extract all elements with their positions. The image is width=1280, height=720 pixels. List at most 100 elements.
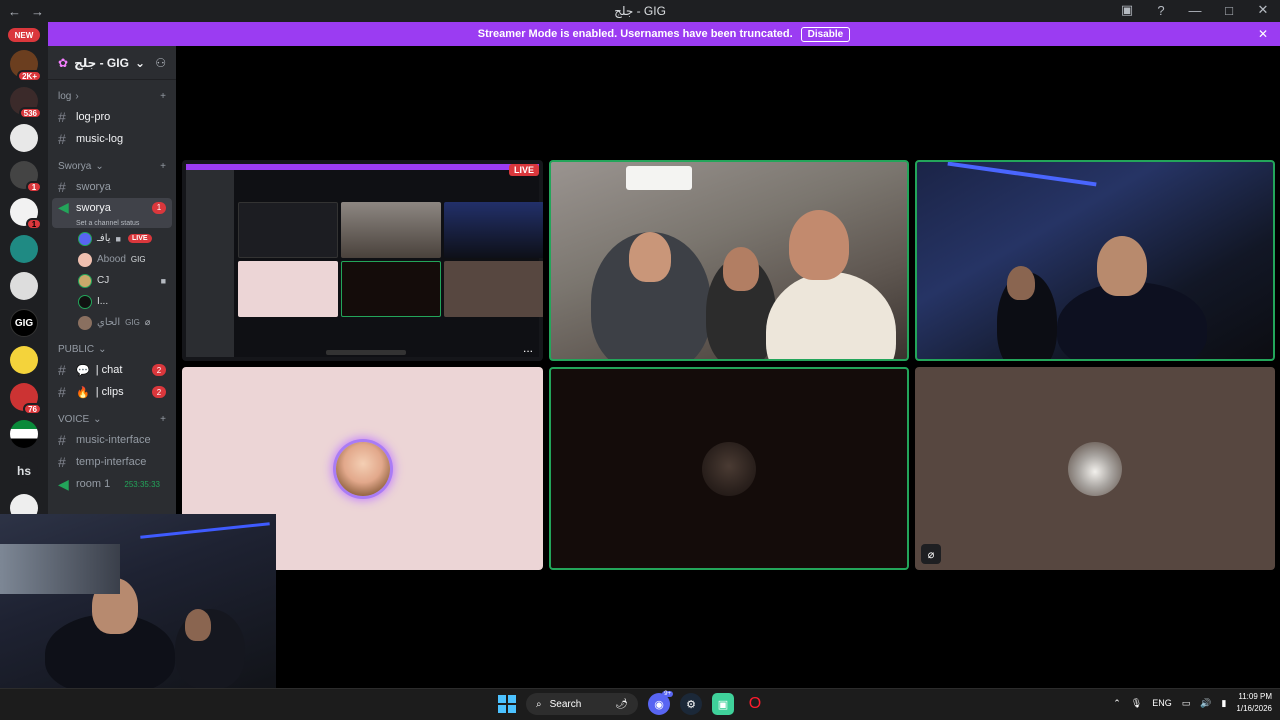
channel-music-interface[interactable]: # music-interface — [52, 429, 172, 451]
minimize-icon[interactable]: — — [1186, 3, 1204, 18]
battery-icon[interactable]: ▮ — [1221, 698, 1226, 709]
server-icon[interactable]: 1 — [10, 198, 42, 230]
mini-banner — [186, 164, 539, 170]
server-icon[interactable]: 536 — [10, 87, 42, 119]
category-voice[interactable]: VOICE ⌄ + — [48, 409, 176, 429]
guild-name: جلج - GIG — [74, 55, 129, 70]
taskbar: ⌕ Search 🌶 ◉ 9+ ⚙ ▣ O ⌃ 🎙 ENG ▭ 🔊 ▮ 11:09… — [0, 688, 1280, 720]
video-stage: LIVE ... ⌀ — [176, 46, 1280, 688]
server-icon[interactable]: 76 — [10, 383, 42, 415]
category-log[interactable]: log › + — [48, 86, 176, 106]
person-shape — [1097, 236, 1147, 296]
hash-icon: # — [58, 432, 66, 448]
voice-user[interactable]: الحاي GIG ⌀ — [48, 312, 176, 333]
help-icon[interactable]: ? — [1152, 3, 1170, 18]
channel-music-log[interactable]: # music-log — [52, 128, 172, 150]
user-avatar — [335, 441, 390, 496]
live-badge: LIVE — [508, 164, 539, 176]
title-bar: ← → جلج - GIG ▣ ? — □ ✕ — [0, 0, 1280, 22]
server-icon[interactable] — [10, 124, 38, 152]
voice-user[interactable]: Abood GIG — [48, 249, 176, 270]
channel-sworya-text[interactable]: # sworya — [52, 176, 172, 198]
channel-clips[interactable]: # 🔥 | clips 2 — [52, 381, 172, 403]
server-icon[interactable] — [10, 346, 38, 374]
voice-user[interactable]: يافـ ■ LIVE — [48, 228, 176, 249]
mini-tile — [238, 261, 338, 317]
category-sworya[interactable]: Sworya ⌄ + — [48, 156, 176, 176]
server-icon[interactable]: 6 — [10, 494, 38, 514]
server-icon[interactable] — [10, 420, 38, 448]
stream-tile[interactable]: LIVE ... — [182, 160, 543, 361]
inbox-icon[interactable]: ▣ — [1118, 2, 1136, 18]
android-studio-icon[interactable]: ▣ — [712, 693, 734, 715]
guild-tag: GIG — [125, 318, 140, 327]
network-icon[interactable]: ▭ — [1182, 698, 1191, 709]
mini-taskbar — [326, 350, 406, 355]
banner-text: Streamer Mode is enabled. Usernames have… — [477, 28, 793, 40]
channel-log-pro[interactable]: # log-pro — [52, 106, 172, 128]
microphone-icon[interactable]: 🎙 — [1131, 698, 1142, 709]
camera-tile[interactable] — [915, 160, 1275, 361]
muted-mic-icon: ⌀ — [921, 544, 941, 564]
hash-icon: # — [58, 131, 66, 147]
category-public[interactable]: PUBLIC ⌄ — [48, 339, 176, 359]
chevron-up-icon[interactable]: ⌃ — [1113, 698, 1121, 709]
server-icon[interactable] — [10, 272, 38, 300]
webcam-overlay — [0, 514, 276, 692]
mention-badge: 2 — [152, 386, 166, 398]
camera-icon: ■ — [115, 233, 121, 244]
channel-chat[interactable]: # 💬 | chat 2 — [52, 359, 172, 381]
streamer-mode-banner: Streamer Mode is enabled. Usernames have… — [48, 22, 1280, 46]
channel-sworya-voice[interactable]: ◀ sworya 1 Set a channel status — [52, 198, 172, 228]
led-strip — [947, 162, 1097, 187]
steam-icon[interactable]: ⚙ — [680, 693, 702, 715]
voice-user[interactable]: CJ ■ — [48, 270, 176, 291]
server-icon-hs[interactable]: hs — [10, 457, 38, 485]
discord-icon[interactable]: ◉ 9+ — [648, 691, 673, 715]
more-options-icon[interactable]: ... — [523, 341, 533, 355]
mini-tile — [444, 202, 543, 258]
camera-tile[interactable] — [549, 160, 909, 361]
windows-start-icon[interactable] — [498, 695, 516, 713]
guild-header[interactable]: ✿ جلج - GIG ⌄ ⚇ — [48, 46, 176, 80]
set-status-link[interactable]: Set a channel status — [58, 220, 166, 227]
user-avatar — [702, 441, 756, 496]
voice-user[interactable]: I... — [48, 291, 176, 312]
taskbar-search[interactable]: ⌕ Search 🌶 — [526, 693, 638, 715]
add-member-icon[interactable]: ⚇ — [155, 56, 166, 70]
channel-room-1[interactable]: ◀ room 1 253:35:33 — [52, 473, 172, 495]
maximize-icon[interactable]: □ — [1220, 3, 1238, 18]
opera-icon[interactable]: O — [744, 693, 766, 715]
live-badge: LIVE — [127, 234, 152, 243]
channel-temp-interface[interactable]: # temp-interface — [52, 451, 172, 473]
ac-unit — [626, 166, 692, 190]
hash-icon: # — [58, 109, 66, 125]
hash-icon: # — [58, 179, 66, 195]
server-icon-gig[interactable]: GIG — [10, 309, 38, 337]
banner-close-icon[interactable]: ✕ — [1258, 27, 1268, 41]
add-channel-icon[interactable]: + — [160, 91, 166, 102]
server-icon[interactable]: 1 — [10, 161, 42, 193]
avatar-tile[interactable]: ⌀ — [915, 367, 1275, 570]
volume-icon[interactable]: 🔊 — [1200, 698, 1211, 709]
disable-button[interactable]: Disable — [800, 26, 851, 42]
add-channel-icon[interactable]: + — [160, 414, 166, 425]
led-strip — [140, 522, 270, 539]
window-light — [0, 544, 120, 594]
avatar — [78, 231, 92, 246]
hash-icon: # — [58, 362, 66, 378]
person-shape — [723, 247, 759, 291]
system-clock[interactable]: 11:09 PM 1/16/2026 — [1236, 691, 1272, 715]
add-channel-icon[interactable]: + — [160, 161, 166, 172]
pepper-icon: 🌶 — [615, 698, 628, 710]
user-avatar — [1068, 441, 1122, 496]
room-timer: 253:35:33 — [124, 479, 160, 489]
server-icon[interactable] — [10, 235, 38, 263]
muted-mic-icon: ⌀ — [144, 317, 151, 327]
avatar-tile[interactable] — [549, 367, 909, 570]
mini-tile — [341, 261, 441, 317]
close-icon[interactable]: ✕ — [1254, 2, 1272, 18]
server-icon[interactable]: 2K+ — [10, 50, 42, 82]
language-indicator[interactable]: ENG — [1152, 698, 1172, 708]
person-shape — [185, 609, 211, 641]
